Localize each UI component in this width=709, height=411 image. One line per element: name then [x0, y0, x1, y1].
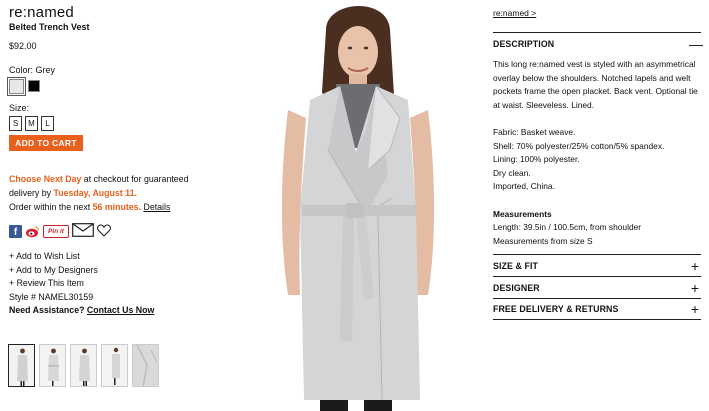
email-icon[interactable]: [72, 223, 94, 239]
contact-us-link[interactable]: Contact Us Now: [87, 305, 154, 315]
thumbnail-walking[interactable]: [101, 344, 128, 387]
add-to-designers-link[interactable]: + Add to My Designers: [9, 264, 209, 278]
description-title: DESCRIPTION: [493, 38, 555, 49]
add-to-wishlist-link[interactable]: + Add to Wish List: [9, 250, 209, 264]
shell-text: Shell: 70% polyester/25% cotton/5% spand…: [493, 140, 665, 151]
measurement-size-note: Measurements from size S: [493, 235, 593, 246]
description-text: This long re:named vest is styled with a…: [493, 59, 698, 110]
care-text: Dry clean.: [493, 167, 531, 178]
product-details-panel: re:named > DESCRIPTION — This long re:na…: [493, 0, 703, 321]
brand-name[interactable]: re:named: [9, 4, 209, 21]
fabric-text: Fabric: Basket weave.: [493, 126, 576, 137]
product-price: $92.00: [9, 41, 37, 51]
thumbnail-side[interactable]: [39, 344, 66, 387]
accordion-sections: SIZE & FIT + DESIGNER + FREE DELIVERY & …: [493, 254, 701, 321]
expand-icon[interactable]: +: [689, 281, 701, 295]
measurements-title: Measurements: [493, 208, 552, 219]
countdown: 56 minutes.: [92, 202, 142, 212]
color-label: Color: Grey: [9, 65, 56, 75]
color-swatch-black[interactable]: [28, 80, 40, 92]
origin-text: Imported, China.: [493, 181, 555, 192]
thumbnail-detail[interactable]: [132, 344, 159, 387]
brand-link[interactable]: re:named >: [493, 8, 701, 18]
weibo-icon[interactable]: [25, 225, 40, 238]
designer-header[interactable]: DESIGNER +: [493, 276, 701, 298]
delivery-returns-title: FREE DELIVERY & RETURNS: [493, 304, 619, 315]
expand-icon[interactable]: +: [689, 302, 701, 316]
length-text: Length: 39.5in / 100.5cm, from shoulder: [493, 222, 642, 233]
product-links: + Add to Wish List + Add to My Designers…: [9, 250, 209, 318]
size-button-l[interactable]: L: [41, 116, 54, 131]
order-within-text: Order within the next: [9, 202, 93, 212]
heart-icon[interactable]: [97, 223, 111, 239]
thumbnail-back[interactable]: [70, 344, 97, 387]
assistance-label: Need Assistance?: [9, 305, 85, 315]
details-link[interactable]: Details: [143, 202, 170, 212]
size-label: Size:: [9, 103, 30, 113]
size-button-m[interactable]: M: [25, 116, 38, 131]
description-header[interactable]: DESCRIPTION —: [493, 32, 703, 54]
collapse-icon[interactable]: —: [689, 37, 703, 51]
color-swatch-grey[interactable]: [7, 77, 26, 96]
size-options: S M L: [9, 116, 209, 131]
pinterest-button[interactable]: Pin it: [43, 224, 69, 238]
thumbnail-strip: [8, 344, 159, 387]
next-day-promo: Choose Next Day: [9, 174, 82, 184]
delivery-returns-header[interactable]: FREE DELIVERY & RETURNS +: [493, 298, 701, 321]
color-swatches: [7, 77, 209, 96]
delivery-info: Choose Next Day at checkout for guarante…: [9, 172, 209, 214]
share-bar: f Pin it: [9, 223, 209, 239]
description-body: This long re:named vest is styled with a…: [493, 58, 701, 248]
size-fit-header[interactable]: SIZE & FIT +: [493, 254, 701, 276]
product-main-image[interactable]: [248, 0, 473, 411]
review-item-link[interactable]: + Review This Item: [9, 277, 209, 291]
style-number: Style # NAMEL30159: [9, 291, 94, 302]
expand-icon[interactable]: +: [689, 259, 701, 273]
facebook-icon[interactable]: f: [9, 224, 22, 238]
product-name: Belted Trench Vest: [9, 22, 90, 32]
product-info-panel: re:named Belted Trench Vest $92.00 Color…: [7, 4, 209, 318]
delivery-date: Tuesday, August 11.: [53, 188, 137, 198]
assistance-row: Need Assistance? Contact Us Now: [9, 304, 209, 318]
size-fit-title: SIZE & FIT: [493, 260, 538, 271]
thumbnail-front[interactable]: [8, 344, 35, 387]
size-button-s[interactable]: S: [9, 116, 22, 131]
add-to-cart-button[interactable]: ADD TO CART: [9, 135, 83, 151]
lining-text: Lining: 100% polyester.: [493, 154, 580, 165]
designer-title: DESIGNER: [493, 282, 540, 293]
